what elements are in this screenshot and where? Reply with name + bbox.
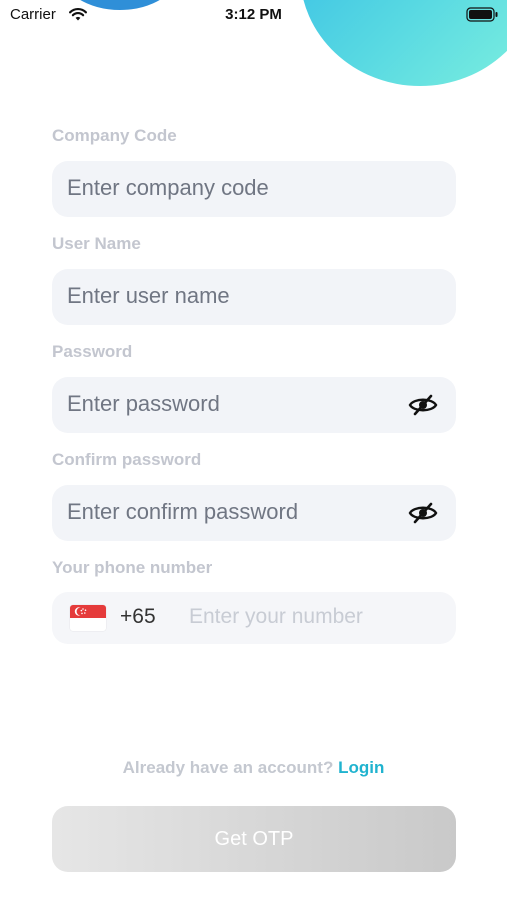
user-name-placeholder: Enter user name [67,283,230,308]
phone-label: Your phone number [52,558,213,577]
confirm-password-field[interactable]: Enter confirm password [52,485,456,541]
phone-number-placeholder: Enter your number [189,605,363,628]
get-otp-button[interactable]: Get OTP [52,806,456,872]
login-link[interactable]: Login [338,758,384,777]
user-name-field[interactable]: Enter user name [52,269,456,325]
phone-field[interactable]: +65 Enter your number [52,592,456,644]
dial-code[interactable]: +65 [120,605,156,629]
password-placeholder: Enter password [67,391,220,416]
status-time: 3:12 PM [225,6,282,23]
battery-icon [466,7,498,22]
signup-screen: Carrier 3:12 PM Company Code Enter compa… [0,0,507,900]
password-field[interactable]: Enter password [52,377,456,433]
login-prompt-text: Already have an account? [122,758,334,777]
company-code-placeholder: Enter company code [67,175,269,200]
login-prompt: Already have an account? Login [0,758,507,778]
user-name-label: User Name [52,234,141,253]
singapore-flag-icon[interactable] [70,605,106,631]
eye-slash-icon[interactable] [408,502,438,524]
status-bar: Carrier 3:12 PM [0,0,507,30]
company-code-field[interactable]: Enter company code [52,161,456,217]
confirm-password-placeholder: Enter confirm password [67,499,299,524]
eye-slash-icon[interactable] [408,394,438,416]
password-label: Password [52,342,133,361]
company-code-label: Company Code [52,126,177,145]
confirm-password-label: Confirm password [52,450,202,469]
